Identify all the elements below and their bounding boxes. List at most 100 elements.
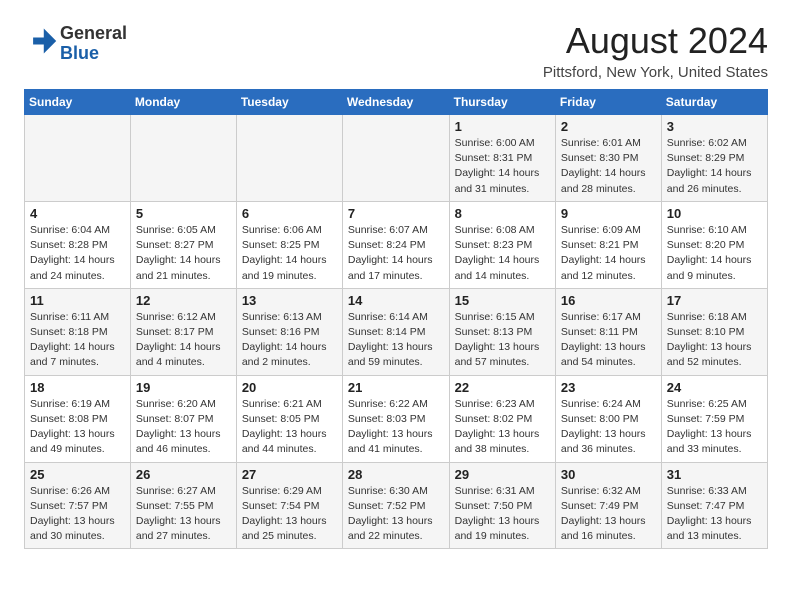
calendar-cell: 8 Sunrise: 6:08 AMSunset: 8:23 PMDaylight… [449,201,555,288]
day-info: Sunrise: 6:08 AMSunset: 8:23 PMDaylight:… [455,223,550,284]
day-number: 12 [136,293,231,308]
day-info: Sunrise: 6:06 AMSunset: 8:25 PMDaylight:… [242,223,337,284]
logo-icon [26,25,58,57]
logo-blue-text: Blue [60,43,99,63]
day-info: Sunrise: 6:01 AMSunset: 8:30 PMDaylight:… [561,136,656,197]
day-info: Sunrise: 6:29 AMSunset: 7:54 PMDaylight:… [242,484,337,545]
calendar-week-row: 18 Sunrise: 6:19 AMSunset: 8:08 PMDayligh… [25,375,768,462]
day-info: Sunrise: 6:07 AMSunset: 8:24 PMDaylight:… [348,223,444,284]
column-header-thursday: Thursday [449,90,555,115]
day-number: 24 [667,380,762,395]
day-number: 6 [242,206,337,221]
month-title: August 2024 [543,20,768,62]
day-number: 26 [136,467,231,482]
day-info: Sunrise: 6:32 AMSunset: 7:49 PMDaylight:… [561,484,656,545]
column-header-wednesday: Wednesday [342,90,449,115]
calendar-cell: 2 Sunrise: 6:01 AMSunset: 8:30 PMDaylight… [555,115,661,202]
day-number: 14 [348,293,444,308]
calendar-cell: 31 Sunrise: 6:33 AMSunset: 7:47 PMDayligh… [661,462,767,549]
calendar-cell: 15 Sunrise: 6:15 AMSunset: 8:13 PMDayligh… [449,288,555,375]
calendar-cell: 21 Sunrise: 6:22 AMSunset: 8:03 PMDayligh… [342,375,449,462]
day-number: 7 [348,206,444,221]
day-info: Sunrise: 6:17 AMSunset: 8:11 PMDaylight:… [561,310,656,371]
calendar-cell: 14 Sunrise: 6:14 AMSunset: 8:14 PMDayligh… [342,288,449,375]
calendar-cell: 16 Sunrise: 6:17 AMSunset: 8:11 PMDayligh… [555,288,661,375]
day-info: Sunrise: 6:19 AMSunset: 8:08 PMDaylight:… [30,397,125,458]
logo: General Blue [24,24,127,64]
calendar-cell: 10 Sunrise: 6:10 AMSunset: 8:20 PMDayligh… [661,201,767,288]
day-info: Sunrise: 6:26 AMSunset: 7:57 PMDaylight:… [30,484,125,545]
day-info: Sunrise: 6:13 AMSunset: 8:16 PMDaylight:… [242,310,337,371]
day-number: 3 [667,119,762,134]
title-block: August 2024 Pittsford, New York, United … [543,20,768,81]
day-number: 19 [136,380,231,395]
day-number: 29 [455,467,550,482]
day-info: Sunrise: 6:11 AMSunset: 8:18 PMDaylight:… [30,310,125,371]
day-number: 21 [348,380,444,395]
day-info: Sunrise: 6:10 AMSunset: 8:20 PMDaylight:… [667,223,762,284]
day-number: 2 [561,119,656,134]
day-info: Sunrise: 6:20 AMSunset: 8:07 PMDaylight:… [136,397,231,458]
day-info: Sunrise: 6:14 AMSunset: 8:14 PMDaylight:… [348,310,444,371]
calendar-cell: 19 Sunrise: 6:20 AMSunset: 8:07 PMDayligh… [130,375,236,462]
day-number: 16 [561,293,656,308]
day-info: Sunrise: 6:21 AMSunset: 8:05 PMDaylight:… [242,397,337,458]
calendar-cell: 7 Sunrise: 6:07 AMSunset: 8:24 PMDaylight… [342,201,449,288]
calendar-cell: 1 Sunrise: 6:00 AMSunset: 8:31 PMDaylight… [449,115,555,202]
day-info: Sunrise: 6:25 AMSunset: 7:59 PMDaylight:… [667,397,762,458]
day-info: Sunrise: 6:23 AMSunset: 8:02 PMDaylight:… [455,397,550,458]
day-info: Sunrise: 6:05 AMSunset: 8:27 PMDaylight:… [136,223,231,284]
page-header: General Blue August 2024 Pittsford, New … [24,20,768,81]
day-info: Sunrise: 6:09 AMSunset: 8:21 PMDaylight:… [561,223,656,284]
day-number: 20 [242,380,337,395]
day-info: Sunrise: 6:33 AMSunset: 7:47 PMDaylight:… [667,484,762,545]
calendar-week-row: 4Sunrise: 6:04 AMSunset: 8:28 PMDaylight… [25,201,768,288]
day-number: 9 [561,206,656,221]
day-info: Sunrise: 6:30 AMSunset: 7:52 PMDaylight:… [348,484,444,545]
calendar-cell: 11 Sunrise: 6:11 AMSunset: 8:18 PMDayligh… [25,288,131,375]
calendar-cell: 12Sunrise: 6:12 AMSunset: 8:17 PMDayligh… [130,288,236,375]
day-info: Sunrise: 6:15 AMSunset: 8:13 PMDaylight:… [455,310,550,371]
calendar-cell: 22 Sunrise: 6:23 AMSunset: 8:02 PMDayligh… [449,375,555,462]
day-number: 1 [455,119,550,134]
day-number: 11 [30,293,125,308]
calendar-cell: 3Sunrise: 6:02 AMSunset: 8:29 PMDaylight… [661,115,767,202]
day-number: 23 [561,380,656,395]
day-number: 18 [30,380,125,395]
logo-general-text: General [60,23,127,43]
calendar-week-row: 11 Sunrise: 6:11 AMSunset: 8:18 PMDayligh… [25,288,768,375]
day-number: 27 [242,467,337,482]
calendar-cell: 6 Sunrise: 6:06 AMSunset: 8:25 PMDaylight… [236,201,342,288]
day-number: 31 [667,467,762,482]
calendar-cell: 18 Sunrise: 6:19 AMSunset: 8:08 PMDayligh… [25,375,131,462]
calendar-cell: 26Sunrise: 6:27 AMSunset: 7:55 PMDayligh… [130,462,236,549]
calendar-header-row: SundayMondayTuesdayWednesdayThursdayFrid… [25,90,768,115]
day-number: 15 [455,293,550,308]
calendar-cell: 23Sunrise: 6:24 AMSunset: 8:00 PMDayligh… [555,375,661,462]
location-title: Pittsford, New York, United States [543,64,768,81]
day-number: 28 [348,467,444,482]
day-info: Sunrise: 6:00 AMSunset: 8:31 PMDaylight:… [455,136,550,197]
day-number: 25 [30,467,125,482]
calendar-table: SundayMondayTuesdayWednesdayThursdayFrid… [24,89,768,549]
day-number: 10 [667,206,762,221]
calendar-cell: 27 Sunrise: 6:29 AMSunset: 7:54 PMDayligh… [236,462,342,549]
column-header-sunday: Sunday [25,90,131,115]
calendar-cell: 9 Sunrise: 6:09 AMSunset: 8:21 PMDaylight… [555,201,661,288]
calendar-cell [236,115,342,202]
calendar-cell: 29 Sunrise: 6:31 AMSunset: 7:50 PMDayligh… [449,462,555,549]
calendar-cell: 30 Sunrise: 6:32 AMSunset: 7:49 PMDayligh… [555,462,661,549]
day-info: Sunrise: 6:31 AMSunset: 7:50 PMDaylight:… [455,484,550,545]
day-info: Sunrise: 6:22 AMSunset: 8:03 PMDaylight:… [348,397,444,458]
day-number: 5 [136,206,231,221]
day-number: 30 [561,467,656,482]
calendar-cell: 25 Sunrise: 6:26 AMSunset: 7:57 PMDayligh… [25,462,131,549]
calendar-cell [130,115,236,202]
calendar-cell [25,115,131,202]
day-number: 22 [455,380,550,395]
calendar-cell: 20 Sunrise: 6:21 AMSunset: 8:05 PMDayligh… [236,375,342,462]
calendar-cell: 4Sunrise: 6:04 AMSunset: 8:28 PMDaylight… [25,201,131,288]
calendar-cell: 5 Sunrise: 6:05 AMSunset: 8:27 PMDaylight… [130,201,236,288]
day-number: 8 [455,206,550,221]
column-header-monday: Monday [130,90,236,115]
